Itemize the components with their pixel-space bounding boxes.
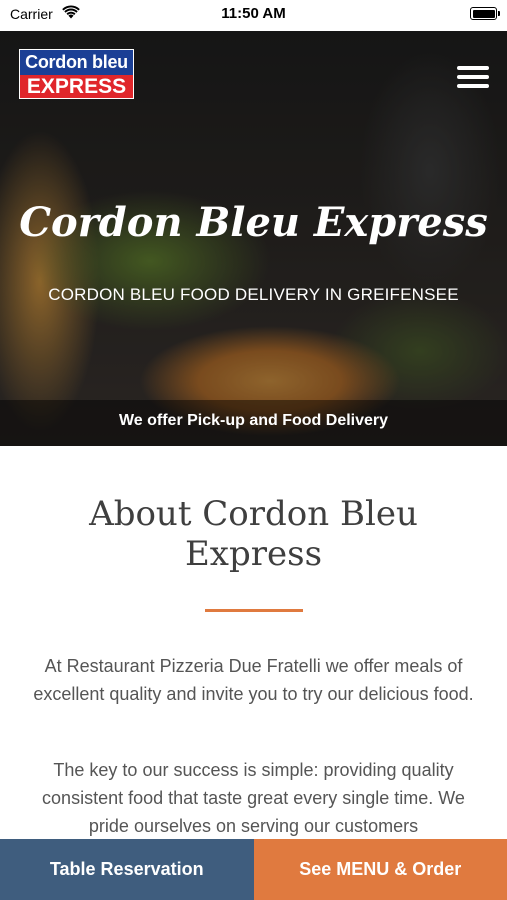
menu-bar: [457, 66, 489, 70]
status-bar: Carrier 11:50 AM: [0, 0, 507, 31]
logo-top-text: Cordon bleu: [20, 50, 133, 75]
hamburger-menu-icon[interactable]: [457, 66, 489, 88]
about-paragraph-2: The key to our success is simple: provid…: [42, 760, 465, 836]
battery-icon: [470, 7, 500, 20]
brand-logo[interactable]: Cordon bleu EXPRESS: [19, 49, 134, 99]
hero-subtitle: CORDON BLEU FOOD DELIVERY IN GREIFENSEE: [48, 285, 459, 304]
about-paragraph-1: At Restaurant Pizzeria Due Fratelli we o…: [33, 656, 474, 704]
hero-title: Cordon Bleu Express: [19, 199, 488, 246]
table-reservation-button[interactable]: Table Reservation: [0, 839, 254, 900]
clock: 11:50 AM: [221, 5, 286, 22]
pickup-delivery-text: We offer Pick-up and Food Delivery: [118, 412, 389, 429]
logo-bottom-text: EXPRESS: [20, 75, 133, 98]
hero-banner: Cordon bleu EXPRESS Cordon Bleu Express …: [0, 31, 507, 446]
section-divider: [205, 609, 303, 612]
bottom-action-bar: Table Reservation See MENU & Order: [0, 839, 507, 900]
menu-bar: [457, 84, 489, 88]
about-title: About Cordon Bleu Express: [89, 494, 418, 574]
see-menu-order-button[interactable]: See MENU & Order: [253, 839, 507, 900]
menu-bar: [457, 75, 489, 79]
battery-level: [472, 9, 495, 18]
